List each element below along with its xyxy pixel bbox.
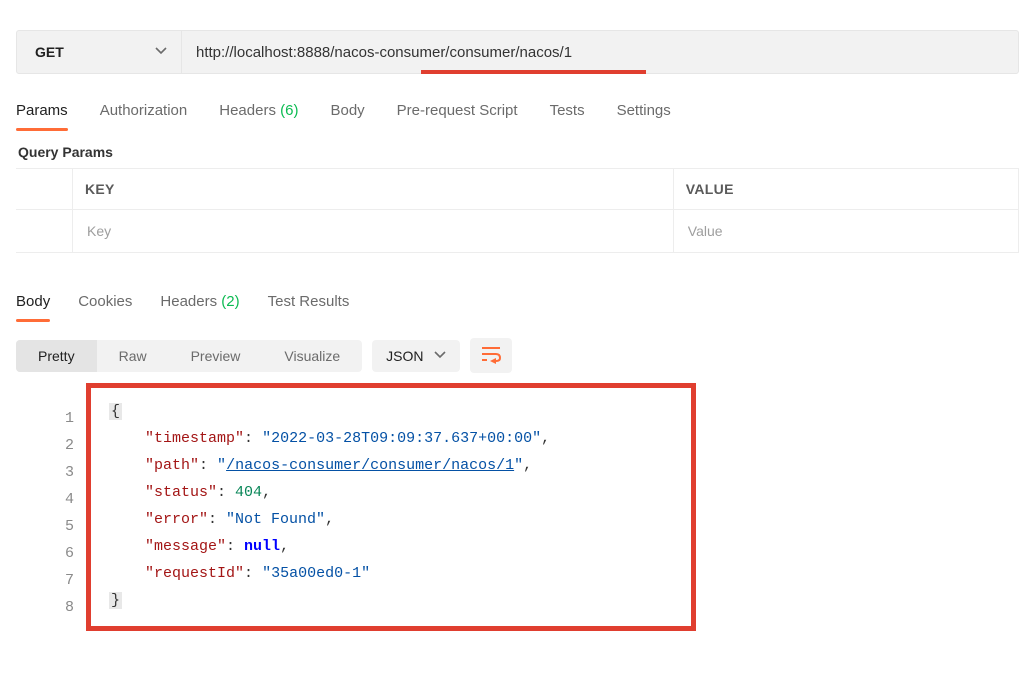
response-json[interactable]: { "timestamp": "2022-03-28T09:09:37.637+…	[91, 398, 675, 614]
col-value: VALUE	[674, 169, 1019, 209]
tab-authorization[interactable]: Authorization	[100, 100, 188, 129]
tab-body[interactable]: Body	[330, 100, 364, 129]
table-header-row: KEY VALUE	[16, 169, 1019, 210]
query-params-table: KEY VALUE	[16, 168, 1019, 253]
tab-settings[interactable]: Settings	[617, 100, 671, 129]
resp-tab-body[interactable]: Body	[16, 291, 50, 320]
param-key-input[interactable]	[85, 222, 661, 240]
query-params-title: Query Params	[18, 144, 1019, 160]
response-view-bar: Pretty Raw Preview Visualize JSON	[16, 338, 1019, 373]
view-mode-segment: Pretty Raw Preview Visualize	[16, 340, 362, 372]
line-gutter: 1 2 3 4 5 6 7 8	[44, 405, 74, 621]
view-preview[interactable]: Preview	[169, 340, 263, 372]
url-input[interactable]	[182, 31, 1018, 73]
chevron-down-icon	[155, 44, 167, 60]
resp-tab-test-results[interactable]: Test Results	[268, 291, 350, 320]
path-link[interactable]: /nacos-consumer/consumer/nacos/1	[226, 457, 514, 474]
format-select[interactable]: JSON	[372, 340, 459, 372]
view-visualize[interactable]: Visualize	[262, 340, 362, 372]
http-method-select[interactable]: GET	[17, 31, 182, 73]
wrap-icon	[480, 344, 502, 367]
annotation-underline	[421, 70, 646, 74]
chevron-down-icon	[434, 348, 446, 364]
tab-params[interactable]: Params	[16, 100, 68, 129]
tab-headers[interactable]: Headers (6)	[219, 100, 298, 129]
resp-tab-headers[interactable]: Headers (2)	[160, 291, 239, 320]
http-method-label: GET	[35, 44, 64, 60]
table-row	[16, 210, 1019, 252]
view-pretty[interactable]: Pretty	[16, 340, 97, 372]
response-tabs: Body Cookies Headers (2) Test Results	[16, 291, 1019, 320]
resp-tab-cookies[interactable]: Cookies	[78, 291, 132, 320]
param-value-input[interactable]	[686, 222, 1006, 240]
tab-tests[interactable]: Tests	[550, 100, 585, 129]
wrap-lines-button[interactable]	[470, 338, 512, 373]
tab-prerequest[interactable]: Pre-request Script	[397, 100, 518, 129]
response-body-box: { "timestamp": "2022-03-28T09:09:37.637+…	[86, 383, 696, 631]
view-raw[interactable]: Raw	[97, 340, 169, 372]
request-tabs: Params Authorization Headers (6) Body Pr…	[16, 100, 1019, 130]
col-key: KEY	[72, 169, 674, 209]
request-bar: GET	[16, 30, 1019, 74]
format-label: JSON	[386, 348, 423, 364]
